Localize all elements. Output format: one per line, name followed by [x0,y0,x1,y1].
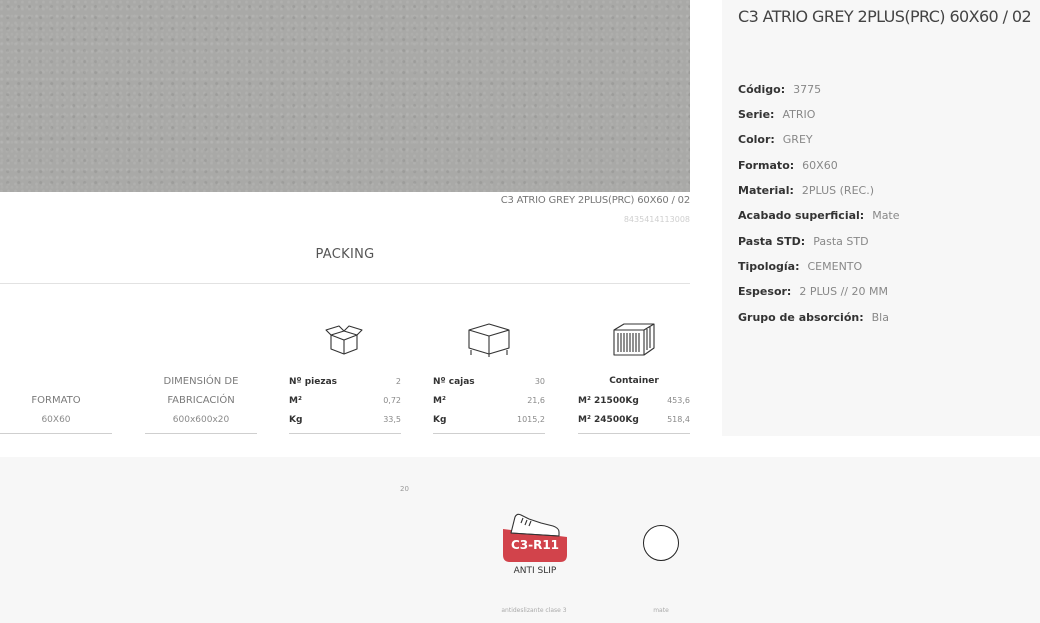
anti-slip-badge: C3-R11 [510,538,560,552]
packing-title: PACKING [315,247,375,262]
container-table: Container M² 21500Kg 453,6 M² 24500Kg 51… [578,372,690,429]
box-rule [289,433,401,434]
dimension-value: 600x600x20 [172,415,230,425]
box-table: Nº piezas 2 M² 0,72 Kg 33,5 [289,372,401,429]
open-box-icon [325,325,363,355]
anti-slip-shoe-icon [503,513,567,562]
product-title: C3 ATRIO GREY 2PLUS(PRC) 60X60 / 02 [738,7,1032,26]
spec-espesor: Espesor: 2 PLUS // 20 MM [738,285,888,298]
container-row-21500: M² 21500Kg 453,6 [578,395,690,406]
formato-label: FORMATO [31,395,81,406]
spec-tipologia: Tipología: CEMENTO [738,260,863,273]
anti-slip-label: ANTI SLIP [513,566,557,576]
spec-serie: Serie: ATRIO [738,108,816,121]
formato-value: 60X60 [41,415,71,425]
pallet-table: Nº cajas 30 M² 21,6 Kg 1015,2 [433,372,545,429]
product-details-panel: C3 ATRIO GREY 2PLUS(PRC) 60X60 / 02 Códi… [722,0,1040,436]
box-row-m2: M² 0,72 [289,395,401,406]
packing-divider [0,283,690,284]
dimension-label-line2: FABRICACIÓN [167,395,235,406]
dimension-rule [145,433,257,434]
spec-codigo: Código: 3775 [738,83,822,96]
box-row-pieces: Nº piezas 2 [289,376,401,387]
spec-color: Color: GREY [738,133,813,146]
finish-caption: mate [653,607,669,614]
spec-absorcion: Grupo de absorción: Bla [738,311,889,324]
spec-formato: Formato: 60X60 [738,159,838,172]
pallet-row-m2: M² 21,6 [433,395,545,406]
image-caption: C3 ATRIO GREY 2PLUS(PRC) 60X60 / 02 [500,195,690,206]
box-row-kg: Kg 33,5 [289,414,401,425]
dimension-label-line1: DIMENSIÓN DE [163,376,239,387]
container-title: Container [609,376,659,386]
shipping-container-icon [613,323,655,356]
pallet-row-boxes: Nº cajas 30 [433,376,545,387]
dimension-label: DIMENSIÓN DE FABRICACIÓN [145,372,257,410]
spec-pasta: Pasta STD: Pasta STD [738,235,869,248]
ean-code: 8435414113008 [623,215,690,224]
pallet-icon [468,323,510,357]
pallet-rule [433,433,545,434]
formato-rule [0,433,112,434]
spec-acabado: Acabado superficial: Mate [738,209,900,222]
container-row-24500: M² 24500Kg 518,4 [578,414,690,425]
product-image[interactable] [0,0,690,192]
spec-material: Material: 2PLUS (REC.) [738,184,874,197]
thickness-value: 20 [400,485,409,493]
product-page: C3 ATRIO GREY 2PLUS(PRC) 60X60 / 02 8435… [0,0,1040,623]
container-rule [578,433,690,434]
matte-circle-icon [643,525,679,561]
pallet-row-kg: Kg 1015,2 [433,414,545,425]
anti-slip-caption: antideslizante clase 3 [501,607,567,614]
